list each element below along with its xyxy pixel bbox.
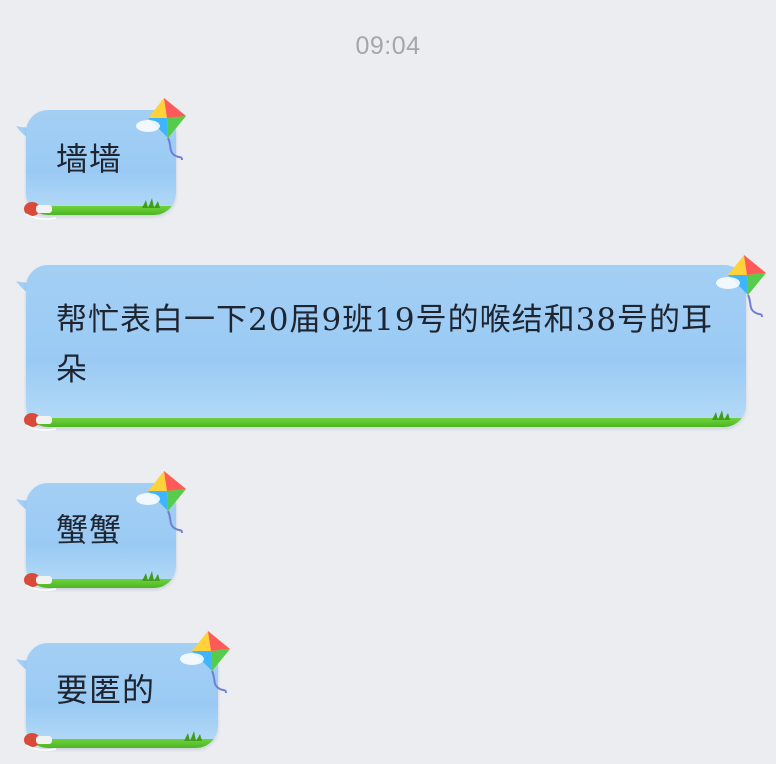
kite-icon	[136, 98, 186, 161]
grass-strip	[26, 418, 746, 427]
pushpin-icon	[24, 413, 56, 431]
grass-tuft-icon	[142, 571, 160, 581]
kite-icon	[180, 631, 230, 694]
message-bubble[interactable]: 蟹蟹	[16, 471, 206, 593]
timestamp: 09:04	[355, 32, 421, 60]
pushpin-icon	[24, 202, 56, 220]
message-text: 帮忙表白一下20届9班19号的喉结和38号的耳朵	[56, 302, 714, 388]
grass-tuft-icon	[712, 410, 730, 420]
kite-icon	[136, 471, 186, 534]
pushpin-icon	[24, 733, 56, 751]
message-bubble[interactable]: 墙墙	[16, 98, 206, 220]
grass-tuft-icon	[142, 198, 160, 208]
pushpin-icon	[24, 573, 56, 591]
grass-tuft-icon	[184, 731, 202, 741]
message-bubble[interactable]: 要匿的	[16, 631, 246, 753]
kite-icon	[716, 255, 766, 318]
message-bubble[interactable]: 帮忙表白一下20届9班19号的喉结和38号的耳朵	[16, 255, 776, 440]
